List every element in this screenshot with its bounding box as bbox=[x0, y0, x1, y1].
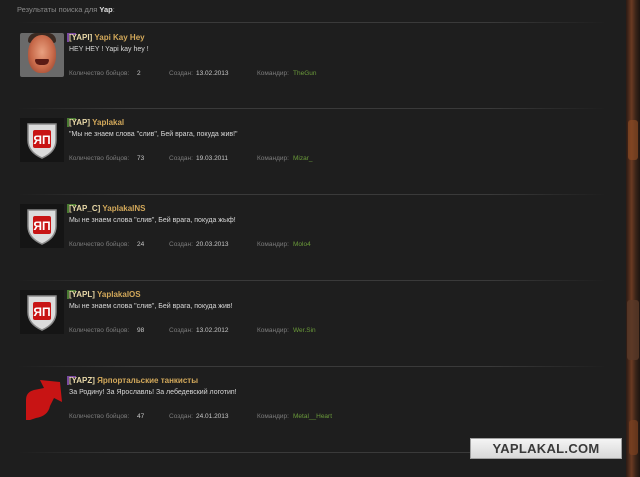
created-label: Создан: bbox=[169, 413, 193, 420]
svg-text:ЯП: ЯП bbox=[33, 133, 50, 147]
members-count: 73 bbox=[137, 155, 145, 162]
members-label: Количество бойцов: bbox=[69, 241, 130, 248]
commander-link[interactable]: Molo4 bbox=[293, 241, 311, 248]
clan-emblem-shield-icon[interactable]: ЯП bbox=[20, 204, 64, 248]
created-date: 19.03.2011 bbox=[196, 155, 229, 162]
clan-emblem-avatar[interactable] bbox=[20, 33, 64, 77]
divider bbox=[17, 366, 607, 367]
members-count: 24 bbox=[137, 241, 145, 248]
commander-label: Командир: bbox=[257, 413, 289, 420]
clan-tag[interactable]: [YAPL] bbox=[69, 290, 95, 299]
clan-title[interactable]: [YAPI] Yapi Kay Hey bbox=[69, 33, 145, 42]
commander-link[interactable]: Wer.Sin bbox=[293, 327, 316, 334]
watermark-logo: YAPLAKAL.COM bbox=[470, 438, 622, 459]
clan-emblem-shield-icon[interactable]: ЯП bbox=[20, 118, 64, 162]
members-count: 98 bbox=[137, 327, 145, 334]
search-results-header: Результаты поиска для Yap: bbox=[17, 5, 115, 14]
clan-title[interactable]: [YAP_C] YaplakalNS bbox=[69, 204, 146, 213]
created-date: 13.02.2012 bbox=[196, 327, 229, 334]
created-label: Создан: bbox=[169, 155, 193, 162]
clan-title[interactable]: [YAPZ] Ярпортальские танкисты bbox=[69, 376, 198, 385]
header-prefix: Результаты поиска для bbox=[17, 5, 98, 14]
members-count: 2 bbox=[137, 70, 141, 77]
members-label: Количество бойцов: bbox=[69, 70, 130, 77]
divider bbox=[17, 108, 607, 109]
clan-motto: За Родину! За Ярославль! За лебедевский … bbox=[69, 389, 237, 396]
clan-emblem-shield-icon[interactable]: ЯП bbox=[20, 290, 64, 334]
clan-name[interactable]: YaplakalOS bbox=[97, 290, 141, 299]
clan-title[interactable]: [YAP] Yaplakal bbox=[69, 118, 124, 127]
created-label: Создан: bbox=[169, 70, 193, 77]
commander-link[interactable]: Metal__Heart bbox=[293, 413, 332, 420]
clan-row[interactable]: [YAPZ] Ярпортальские танкисты За Родину!… bbox=[17, 376, 607, 436]
created-date: 13.02.2013 bbox=[196, 70, 229, 77]
divider bbox=[17, 22, 607, 23]
created-label: Создан: bbox=[169, 241, 193, 248]
clan-name[interactable]: Ярпортальские танкисты bbox=[97, 376, 198, 385]
members-label: Количество бойцов: bbox=[69, 327, 130, 334]
commander-label: Командир: bbox=[257, 155, 289, 162]
clan-title[interactable]: [YAPL] YaplakalOS bbox=[69, 290, 141, 299]
created-date: 24.01.2013 bbox=[196, 413, 229, 420]
clan-tag[interactable]: [YAPZ] bbox=[69, 376, 95, 385]
clan-tag[interactable]: [YAP] bbox=[69, 118, 90, 127]
clan-name[interactable]: YaplakalNS bbox=[102, 204, 145, 213]
divider bbox=[17, 280, 607, 281]
commander-label: Командир: bbox=[257, 70, 289, 77]
clan-row[interactable]: ЯП [YAP_C] YaplakalNS Мы не знаем слова … bbox=[17, 204, 607, 264]
search-query: Yap bbox=[99, 5, 113, 14]
commander-label: Командир: bbox=[257, 241, 289, 248]
clan-name[interactable]: Yapi Kay Hey bbox=[94, 33, 144, 42]
clan-tag[interactable]: [YAPI] bbox=[69, 33, 92, 42]
created-date: 20.03.2013 bbox=[196, 241, 229, 248]
commander-label: Командир: bbox=[257, 327, 289, 334]
clan-name[interactable]: Yaplakal bbox=[92, 118, 124, 127]
commander-link[interactable]: TheGun bbox=[293, 70, 317, 77]
members-label: Количество бойцов: bbox=[69, 155, 130, 162]
commander-link[interactable]: Mizar_ bbox=[293, 155, 313, 162]
background-artwork-strip bbox=[626, 0, 640, 477]
svg-text:ЯП: ЯП bbox=[33, 305, 50, 319]
clan-row[interactable]: [YAPI] Yapi Kay Hey HEY HEY ! Yapi kay h… bbox=[17, 33, 607, 93]
members-label: Количество бойцов: bbox=[69, 413, 130, 420]
svg-text:ЯП: ЯП bbox=[33, 219, 50, 233]
search-results-panel: Результаты поиска для Yap: [YAPI] Yapi K… bbox=[0, 0, 626, 477]
clan-row[interactable]: ЯП [YAP] Yaplakal "Мы не знаем слова "сл… bbox=[17, 118, 607, 178]
clan-motto: Мы не знаем слова "слив", Бей врага, пок… bbox=[69, 217, 236, 224]
clan-motto: HEY HEY ! Yapi kay hey ! bbox=[69, 46, 149, 53]
clan-tag[interactable]: [YAP_C] bbox=[69, 204, 100, 213]
clan-emblem-arrow-icon[interactable] bbox=[20, 376, 64, 420]
clan-row[interactable]: ЯП [YAPL] YaplakalOS Мы не знаем слова "… bbox=[17, 290, 607, 350]
clan-motto: Мы не знаем слова "слив", Бей врага, пок… bbox=[69, 303, 233, 310]
members-count: 47 bbox=[137, 413, 145, 420]
divider bbox=[17, 194, 607, 195]
clan-motto: "Мы не знаем слова "слив", Бей врага, по… bbox=[69, 131, 238, 138]
created-label: Создан: bbox=[169, 327, 193, 334]
